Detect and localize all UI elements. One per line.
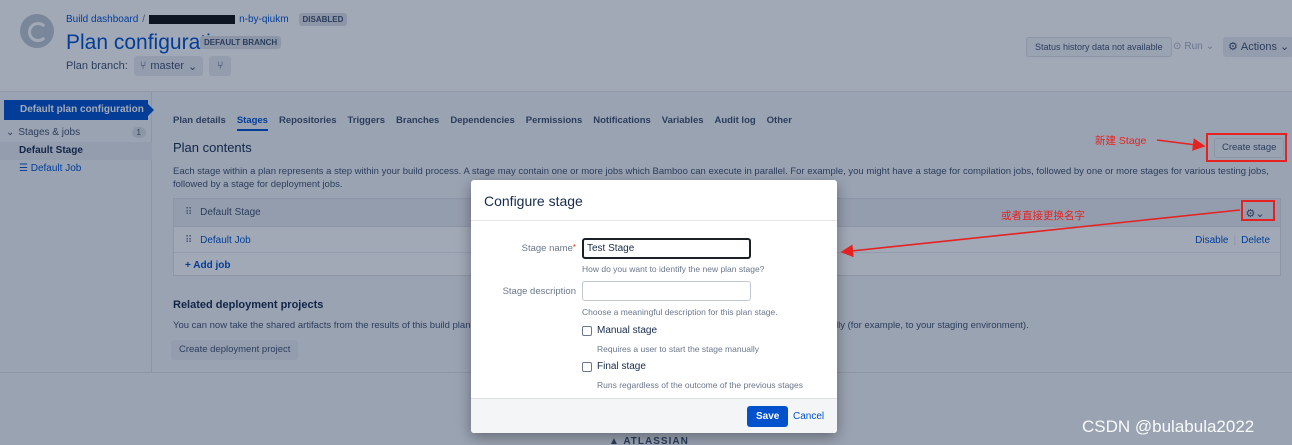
dialog-footer: Save Cancel [471,398,837,433]
final-stage-help: Runs regardless of the outcome of the pr… [597,380,804,390]
annotation-rename-note: 或者直接更换名字 [1001,210,1085,222]
stage-description-help: Choose a meaningful description for this… [582,307,778,317]
final-stage-option[interactable]: Final stage [582,361,646,372]
stage-name-input[interactable] [582,238,751,259]
required-marker: * [572,243,576,252]
save-button[interactable]: Save [747,406,789,427]
dialog-divider [471,220,837,221]
manual-stage-help: Requires a user to start the stage manua… [597,344,760,354]
dialog-title: Configure stage [484,193,583,209]
annotation-create-note: 新建 Stage [1095,135,1147,147]
manual-stage-checkbox[interactable] [582,325,592,336]
final-stage-checkbox[interactable] [582,361,592,372]
stage-name-help: How do you want to identify the new plan… [582,264,765,274]
final-stage-label: Final stage [597,361,646,372]
configure-stage-dialog: Configure stage Stage name* How do you w… [471,180,837,433]
stage-description-input[interactable] [582,281,751,301]
manual-stage-label: Manual stage [597,325,658,336]
stage-name-label-text: Stage name [521,243,573,254]
manual-stage-option[interactable]: Manual stage [582,325,657,336]
stage-description-label: Stage description [502,286,576,297]
stage-name-label: Stage name* [476,243,576,254]
watermark: CSDN @bulabula2022 [1082,417,1255,436]
cancel-button[interactable]: Cancel [793,411,824,422]
annotation-box-stage-settings [1241,200,1275,221]
annotation-box-create-stage [1206,133,1287,162]
